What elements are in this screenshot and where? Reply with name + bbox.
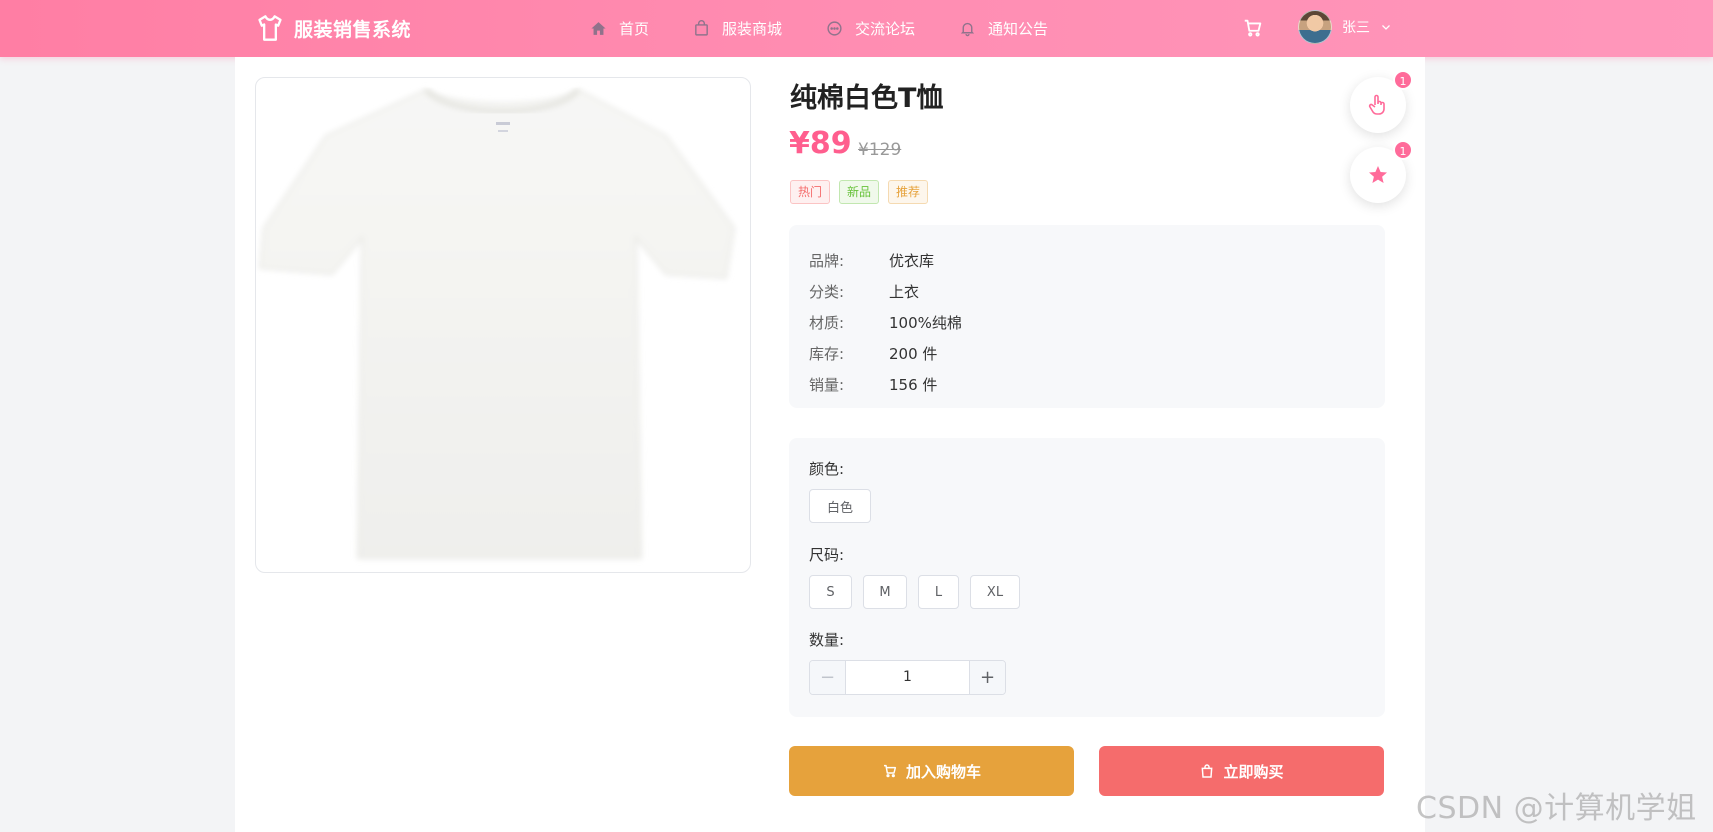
product-image [255, 77, 751, 573]
size-option-xl[interactable]: XL [970, 575, 1020, 609]
tag-recommend: 推荐 [888, 180, 929, 204]
purchase-options: 颜色: 白色 尺码: S M L XL 数量: − 1 + [789, 438, 1385, 717]
info-label: 材质: [809, 314, 845, 332]
nav-notice-label: 通知公告 [988, 20, 1049, 38]
info-value: 100%纯棉 [889, 314, 962, 332]
star-icon [1369, 166, 1387, 183]
avatar [1298, 10, 1332, 44]
info-label: 销量: [809, 376, 845, 394]
buy-now-label: 立即购买 [1223, 762, 1284, 781]
product-info: 品牌: 优衣库 分类: 上衣 材质: 100%纯棉 库存: 200 件 销量: … [789, 225, 1385, 408]
info-row-category: 分类: 上衣 [809, 276, 1365, 307]
decrease-button[interactable]: − [810, 661, 846, 694]
like-button[interactable]: 1 [1350, 70, 1413, 133]
info-row-stock: 库存: 200 件 [809, 338, 1365, 369]
logo-text: 服装销售系统 [294, 18, 412, 41]
user-name: 张三 [1342, 20, 1370, 36]
info-value: 200 件 [889, 345, 938, 363]
main-nav: 首页 服装商城 交流论坛 通知公告 [590, 0, 1092, 57]
increase-button[interactable]: + [969, 661, 1005, 694]
color-options: 白色 [809, 489, 1365, 523]
favorite-count-badge: 1 [1393, 140, 1413, 160]
buy-now-button[interactable]: 立即购买 [1099, 746, 1384, 796]
tshirt-photo [258, 88, 736, 559]
shopping-bag-icon [695, 20, 708, 36]
color-option-white[interactable]: 白色 [809, 489, 871, 523]
info-label: 分类: [809, 283, 845, 301]
logo[interactable]: 服装销售系统 [256, 12, 411, 44]
info-row-sales: 销量: 156 件 [809, 369, 1365, 400]
size-label: 尺码: [809, 546, 845, 564]
watermark: CSDN @计算机学姐 [1416, 791, 1697, 826]
quantity-label: 数量: [809, 631, 845, 649]
size-option-l[interactable]: L [918, 575, 959, 609]
info-value: 优衣库 [889, 252, 935, 270]
quantity-stepper: − 1 + [809, 660, 1006, 695]
size-option-s[interactable]: S [809, 575, 852, 609]
chevron-down-icon [1382, 25, 1390, 30]
tag-new: 新品 [839, 180, 880, 204]
cart-icon [883, 764, 897, 778]
product-title: 纯棉白色T恤 [790, 83, 944, 114]
user-menu[interactable]: 张三 [1298, 10, 1392, 44]
tag-hot: 热门 [790, 180, 831, 204]
thumb-up-icon [1368, 94, 1385, 115]
quantity-input[interactable]: 1 [846, 661, 969, 694]
nav-shop-label: 服装商城 [722, 20, 783, 38]
cart-icon[interactable] [1242, 17, 1264, 39]
nav-forum[interactable]: 交流论坛 [826, 18, 915, 39]
info-row-brand: 品牌: 优衣库 [809, 245, 1365, 276]
info-label: 品牌: [809, 252, 845, 270]
size-option-m[interactable]: M [863, 575, 907, 609]
original-price: ¥129 [858, 140, 902, 160]
nav-home-label: 首页 [619, 20, 650, 38]
favorite-button[interactable]: 1 [1350, 140, 1413, 203]
like-count-badge: 1 [1393, 70, 1413, 90]
nav-home[interactable]: 首页 [590, 18, 649, 39]
info-value: 上衣 [889, 283, 920, 301]
product-tags: 热门 新品 推荐 [790, 180, 937, 204]
top-nav-bar: 服装销售系统 首页 服装商城 交流论坛 通知公告 张三 [0, 0, 1713, 57]
bell-icon [960, 22, 975, 37]
info-row-material: 材质: 100%纯棉 [809, 307, 1365, 338]
nav-forum-label: 交流论坛 [855, 20, 916, 38]
nav-notice[interactable]: 通知公告 [959, 18, 1048, 39]
size-options: S M L XL [809, 575, 1365, 609]
add-to-cart-button[interactable]: 加入购物车 [789, 746, 1074, 796]
chat-icon [827, 21, 842, 36]
add-to-cart-label: 加入购物车 [905, 762, 981, 781]
home-icon [591, 22, 606, 35]
info-label: 库存: [809, 345, 845, 363]
tshirt-logo-icon [258, 15, 282, 41]
nav-shop[interactable]: 服装商城 [693, 18, 782, 39]
shopping-bag-icon [1202, 764, 1213, 778]
info-value: 156 件 [889, 376, 938, 394]
product-price: ¥89 [789, 126, 852, 161]
color-label: 颜色: [809, 460, 845, 478]
